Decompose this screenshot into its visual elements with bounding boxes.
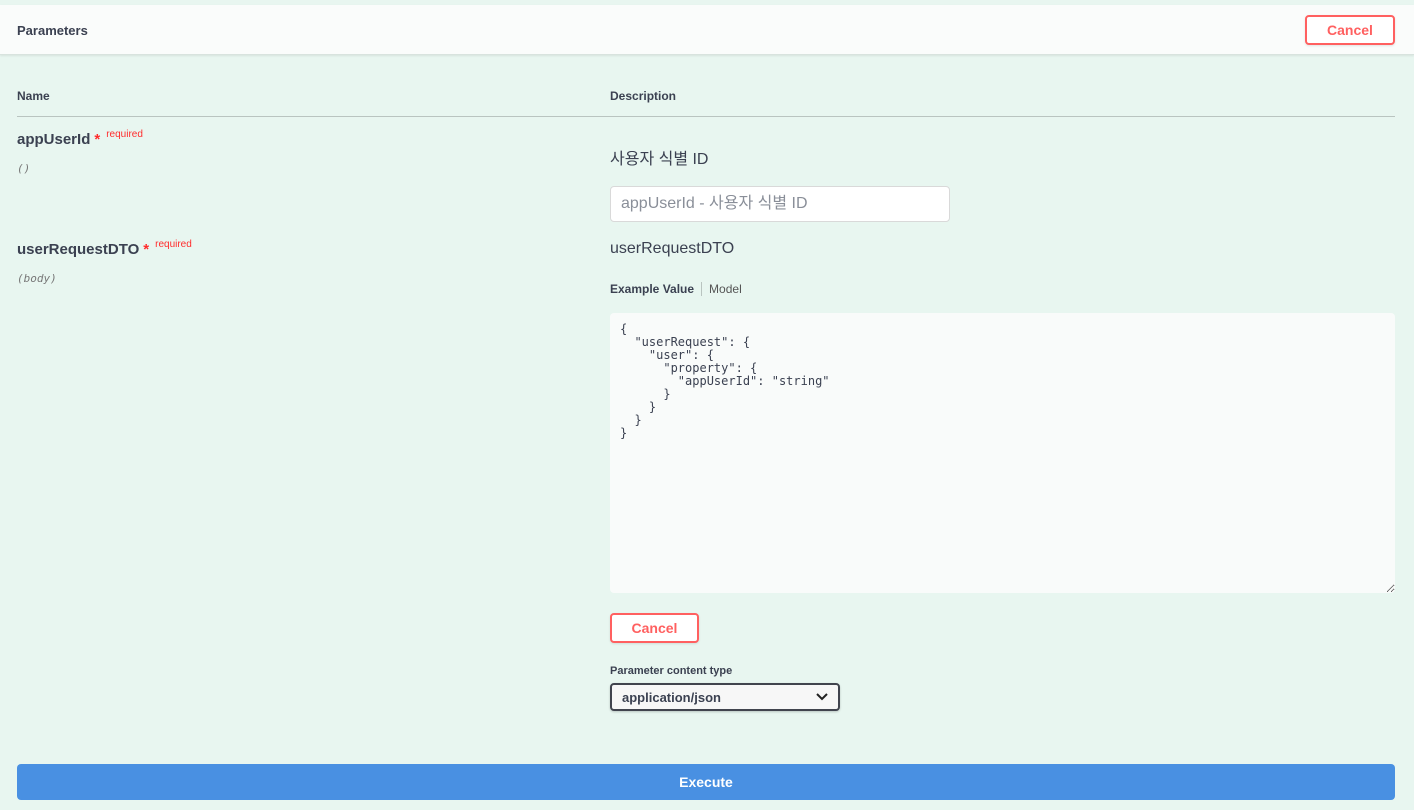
parameter-name-appuserid: appUserId * required bbox=[17, 129, 143, 148]
parameter-name-text: userRequestDTO bbox=[17, 241, 140, 258]
request-body-editor[interactable] bbox=[610, 313, 1395, 593]
content-type-select[interactable]: application/json bbox=[610, 683, 840, 711]
column-header-description: Description bbox=[610, 89, 677, 103]
parameter-description: userRequestDTO bbox=[610, 240, 735, 257]
parameter-name-userrequestdto: userRequestDTO * required bbox=[17, 239, 192, 258]
example-tabs: Example Value Model bbox=[610, 282, 742, 296]
content-type-label: Parameter content type bbox=[610, 665, 733, 677]
tab-model[interactable]: Model bbox=[702, 282, 742, 296]
appuserid-input[interactable] bbox=[610, 186, 950, 222]
parameter-name-text: appUserId bbox=[17, 131, 91, 148]
required-star: * bbox=[143, 241, 150, 258]
parameters-header: Parameters Cancel bbox=[0, 5, 1414, 55]
column-header-name: Name bbox=[17, 89, 50, 103]
execute-button[interactable]: Execute bbox=[17, 764, 1395, 800]
body-cancel-button[interactable]: Cancel bbox=[610, 613, 699, 643]
content-type-value: application/json bbox=[622, 689, 721, 705]
required-label: required bbox=[106, 129, 143, 140]
section-title: Parameters bbox=[17, 23, 88, 38]
required-star: * bbox=[94, 131, 101, 148]
header-divider bbox=[17, 116, 1395, 117]
parameter-location: (body) bbox=[17, 272, 57, 285]
tab-example-value[interactable]: Example Value bbox=[610, 282, 703, 296]
cancel-button[interactable]: Cancel bbox=[1305, 15, 1395, 45]
parameter-description: 사용자 식별 ID bbox=[610, 151, 709, 168]
chevron-down-icon bbox=[816, 691, 828, 703]
parameter-location: () bbox=[17, 162, 31, 175]
required-label: required bbox=[155, 239, 192, 250]
